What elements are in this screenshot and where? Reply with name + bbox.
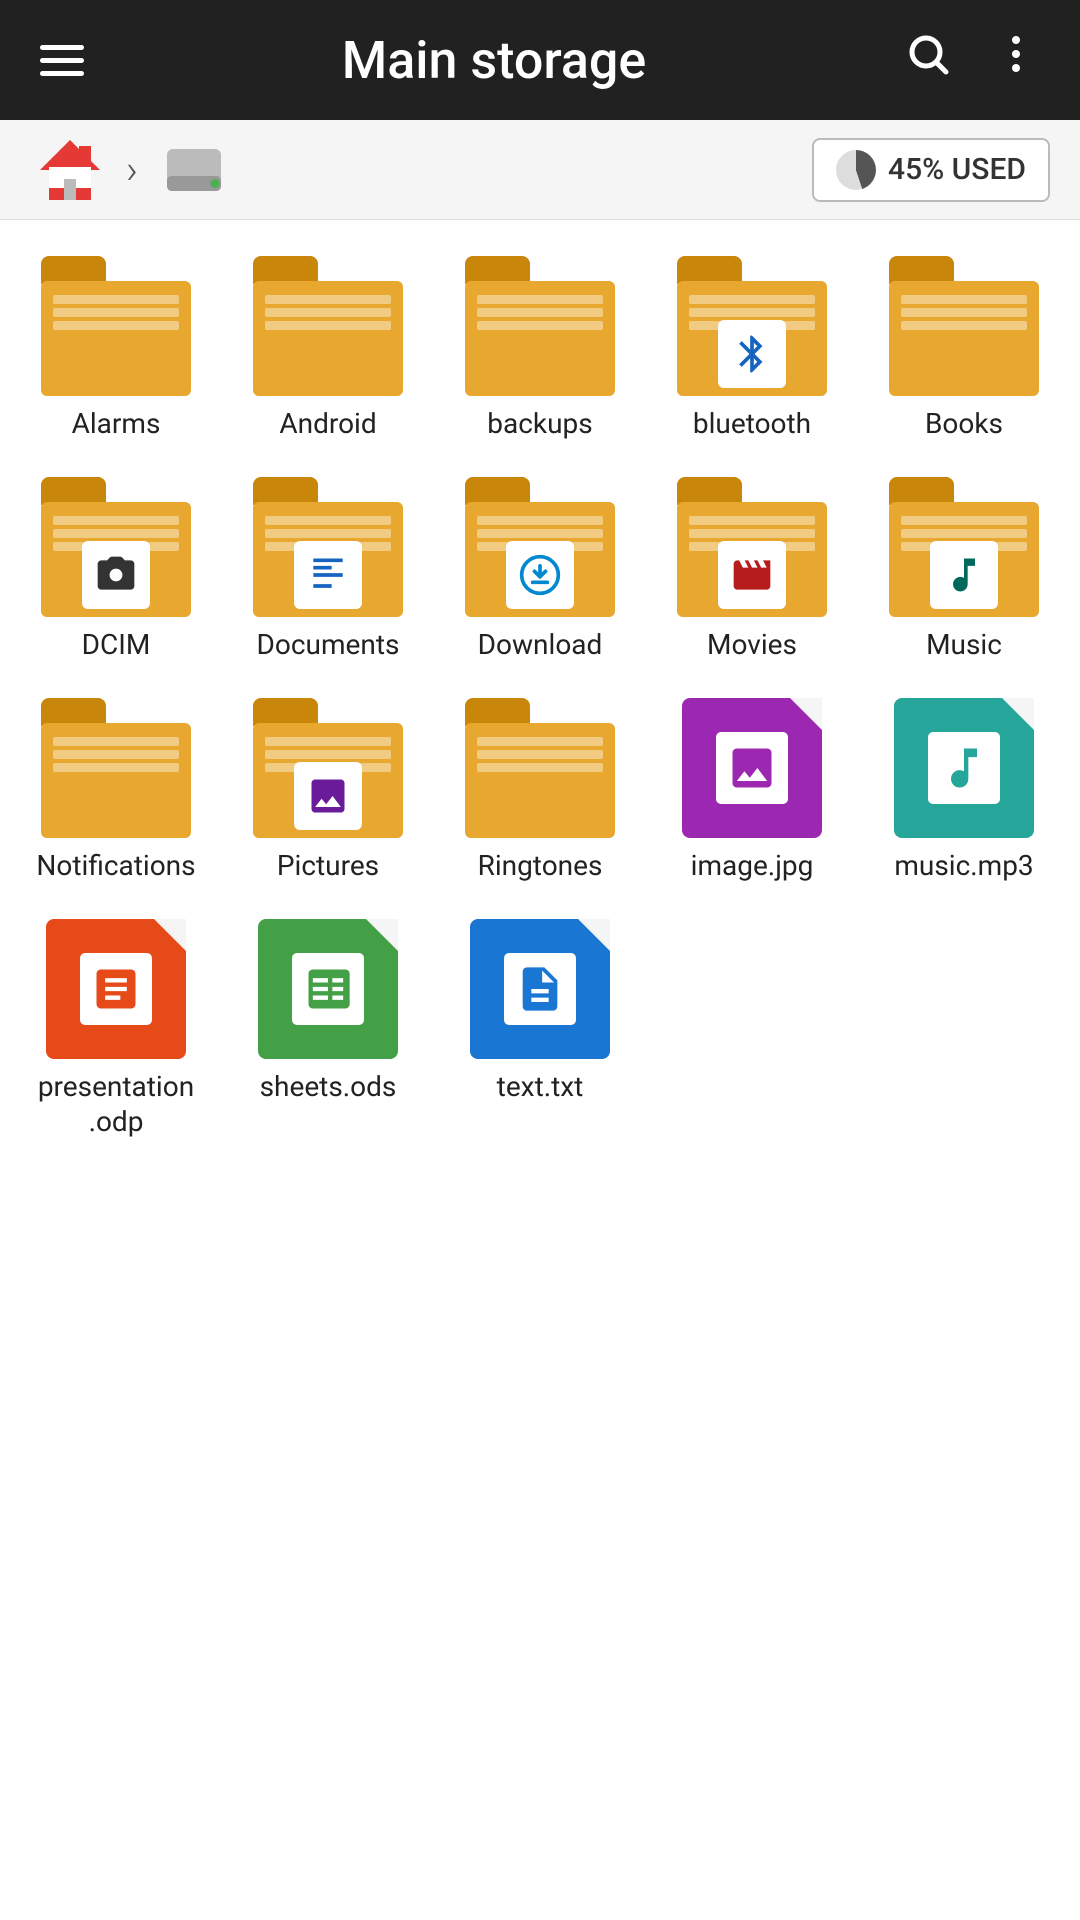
folder-icon	[889, 256, 1039, 396]
file-label: Pictures	[277, 848, 379, 883]
breadcrumb-chevron: ›	[126, 146, 138, 193]
file-label: backups	[487, 406, 592, 441]
file-label: presentation.odp	[36, 1069, 196, 1139]
file-label: Android	[279, 406, 376, 441]
file-item-text-txt[interactable]: text.txt	[434, 903, 646, 1159]
folder-icon	[465, 698, 615, 838]
file-item-bluetooth[interactable]: bluetooth	[646, 240, 858, 461]
storage-badge: 45% USED	[812, 138, 1050, 202]
folder-icon	[253, 256, 403, 396]
file-item-movies[interactable]: Movies	[646, 461, 858, 682]
file-item-download[interactable]: Download	[434, 461, 646, 682]
file-item-pictures[interactable]: Pictures	[222, 682, 434, 903]
folder-icon	[41, 477, 191, 617]
image-file-icon	[682, 698, 822, 838]
file-item-android[interactable]: Android	[222, 240, 434, 461]
file-label: Books	[925, 406, 1003, 441]
folder-icon	[465, 256, 615, 396]
file-label: sheets.ods	[260, 1069, 397, 1104]
file-item-music-mp3[interactable]: music.mp3	[858, 682, 1070, 903]
file-label: image.jpg	[691, 848, 814, 883]
file-label: Documents	[257, 627, 400, 662]
folder-icon	[465, 477, 615, 617]
storage-usage-text: 45% USED	[888, 152, 1026, 187]
file-item-documents[interactable]: Documents	[222, 461, 434, 682]
folder-icon	[41, 256, 191, 396]
more-options-button[interactable]	[982, 20, 1050, 100]
file-item-presentation-odp[interactable]: presentation.odp	[10, 903, 222, 1159]
file-label: DCIM	[82, 627, 151, 662]
file-item-music[interactable]: Music	[858, 461, 1070, 682]
file-item-notifications[interactable]: Notifications	[10, 682, 222, 903]
file-label: bluetooth	[693, 406, 811, 441]
folder-icon	[889, 477, 1039, 617]
storage-usage-circle	[836, 150, 876, 190]
breadcrumb: › 45% USED	[0, 120, 1080, 220]
menu-button[interactable]	[30, 35, 94, 86]
file-item-books[interactable]: Books	[858, 240, 1070, 461]
file-label: Music	[926, 627, 1002, 662]
file-grid: Alarms Android	[0, 220, 1080, 1179]
folder-icon	[253, 698, 403, 838]
text-file-icon	[470, 919, 610, 1059]
file-label: text.txt	[497, 1069, 584, 1104]
file-label: Alarms	[72, 406, 161, 441]
folder-icon	[253, 477, 403, 617]
folder-icon	[677, 256, 827, 396]
file-label: Movies	[707, 627, 797, 662]
file-item-dcim[interactable]: DCIM	[10, 461, 222, 682]
presentation-file-icon	[46, 919, 186, 1059]
topbar: Main storage	[0, 0, 1080, 120]
page-title: Main storage	[114, 30, 874, 91]
file-label: Notifications	[36, 848, 195, 883]
folder-icon	[677, 477, 827, 617]
music-file-icon	[894, 698, 1034, 838]
file-item-image-jpg[interactable]: image.jpg	[646, 682, 858, 903]
home-button[interactable]	[30, 130, 110, 210]
file-item-backups[interactable]: backups	[434, 240, 646, 461]
file-item-sheets-ods[interactable]: sheets.ods	[222, 903, 434, 1159]
search-button[interactable]	[894, 20, 962, 100]
file-item-alarms[interactable]: Alarms	[10, 240, 222, 461]
storage-icon	[154, 130, 234, 210]
folder-icon	[41, 698, 191, 838]
file-label: Download	[478, 627, 603, 662]
file-label: Ringtones	[478, 848, 603, 883]
sheets-file-icon	[258, 919, 398, 1059]
file-item-ringtones[interactable]: Ringtones	[434, 682, 646, 903]
file-label: music.mp3	[894, 848, 1033, 883]
